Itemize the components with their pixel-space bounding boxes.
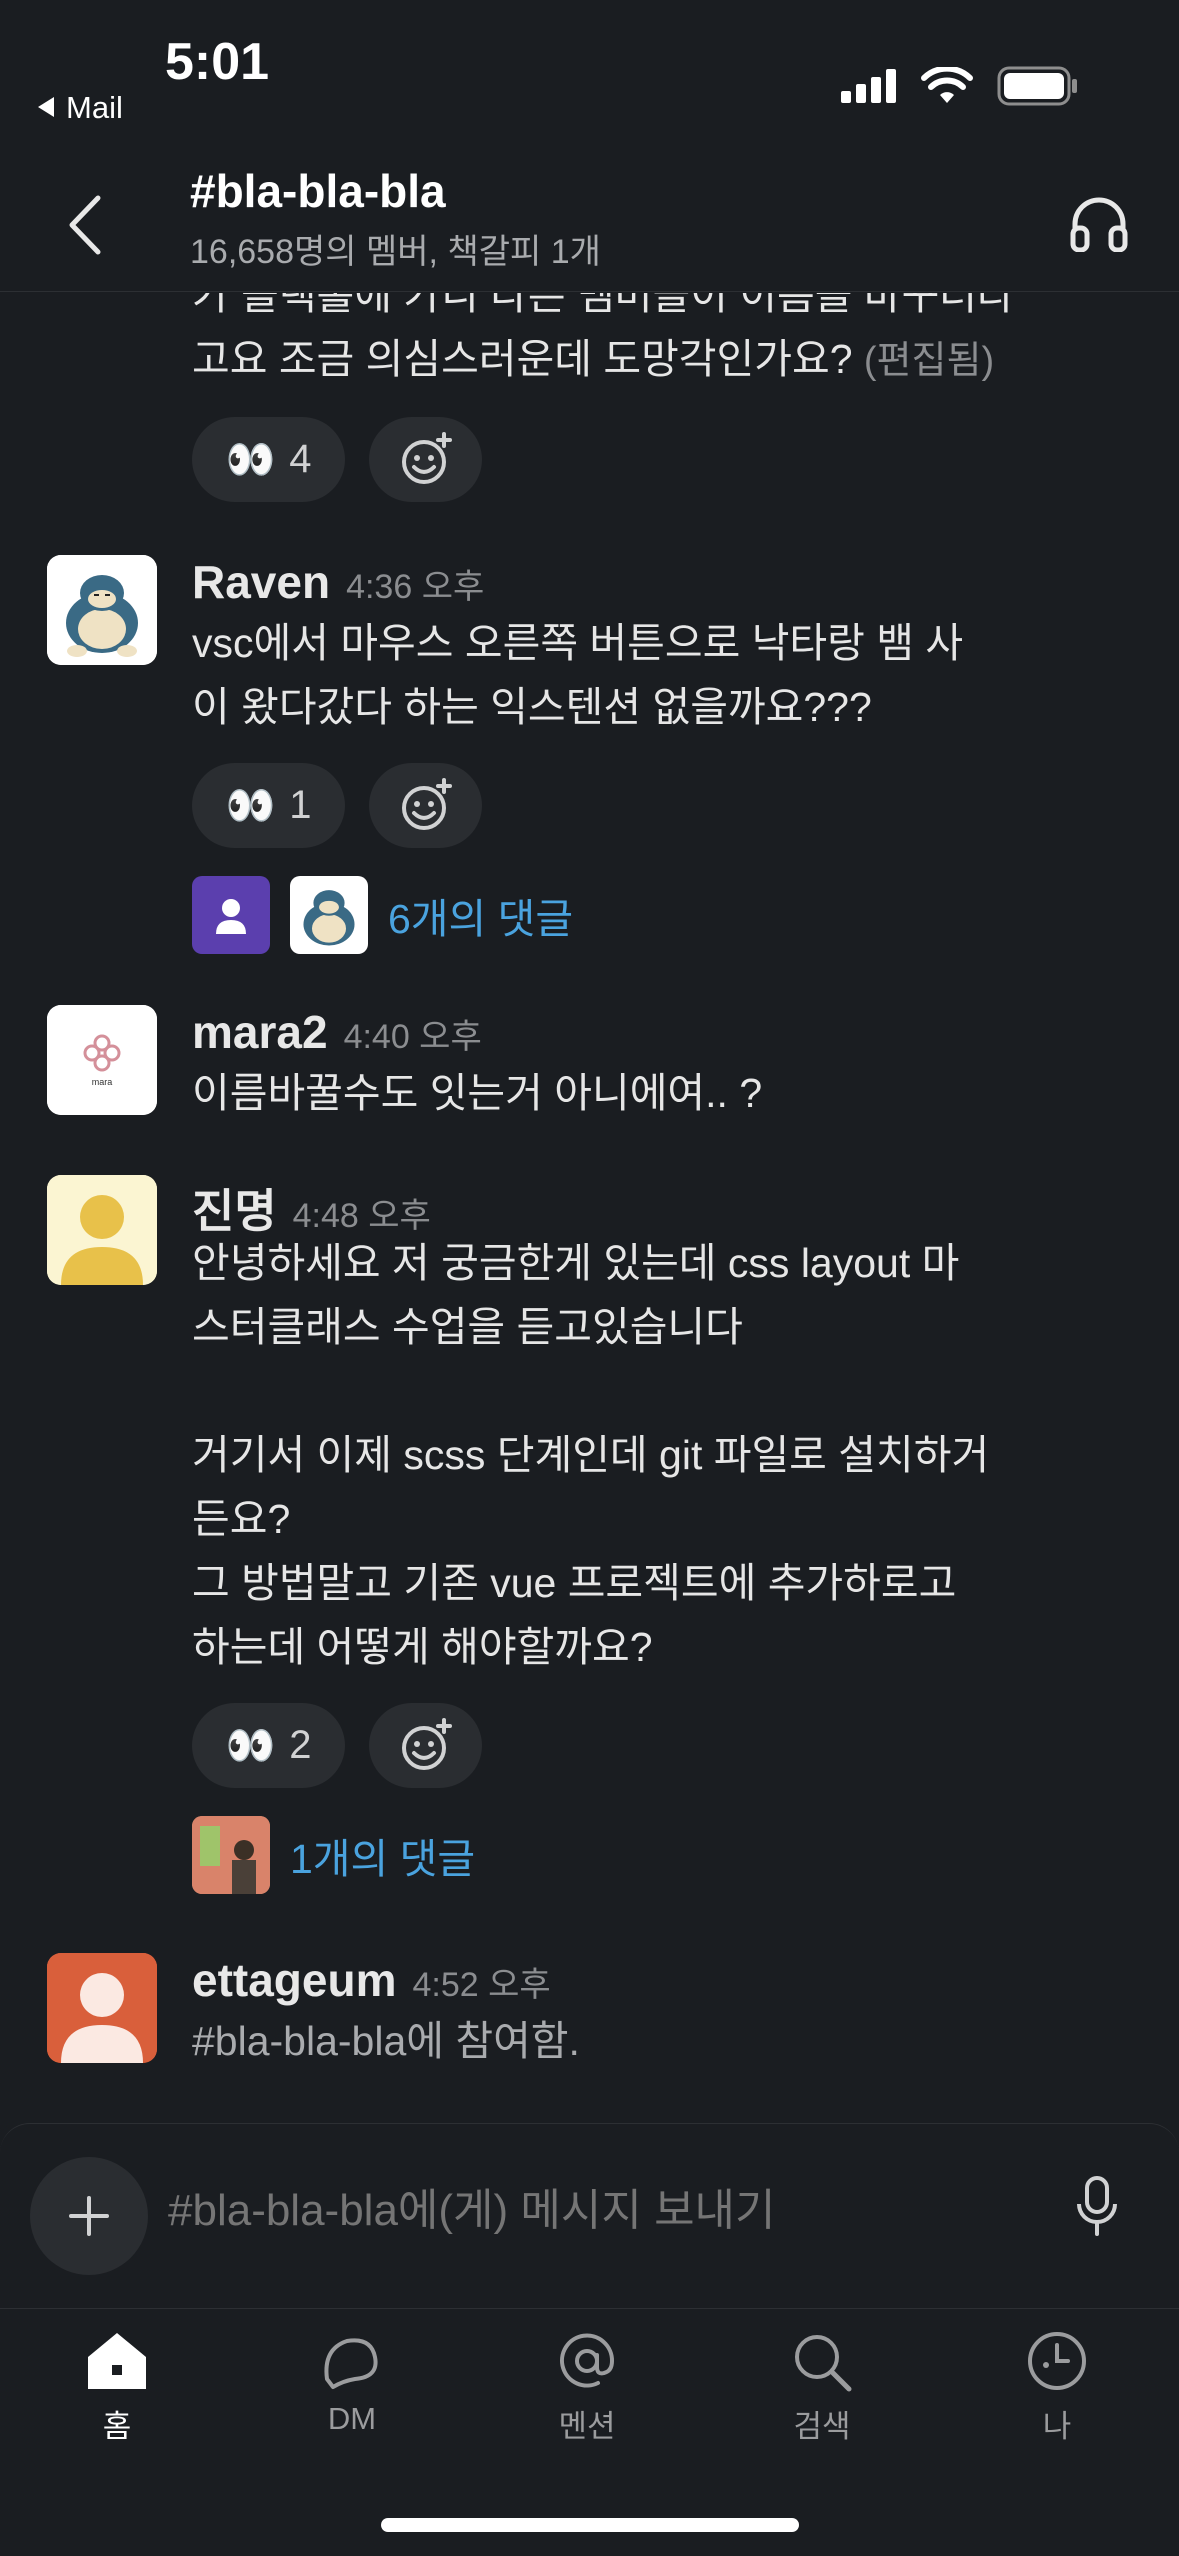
snorlax-avatar-icon <box>303 890 355 946</box>
message-composer <box>0 2123 1179 2308</box>
message-line <box>192 1359 1139 1423</box>
thread-avatar <box>192 1816 270 1894</box>
snorlax-avatar-icon <box>47 555 157 665</box>
timestamp: 4:52 오후 <box>412 1966 551 2004</box>
avatar[interactable] <box>47 1175 157 1285</box>
back-to-mail[interactable]: Mail <box>36 90 123 126</box>
channel-title[interactable]: #bla-bla-bla <box>190 164 446 218</box>
message-line: 거기서 이제 scss 단계인데 git 파일로 설치하거 <box>192 1432 990 1478</box>
voice-button[interactable] <box>1075 2174 1119 2243</box>
timestamp: 4:40 오후 <box>343 1018 482 1056</box>
thread-replies-link[interactable]: 6개의 댓글 <box>388 885 573 945</box>
home-indicator <box>381 2518 799 2532</box>
plus-icon <box>69 2196 109 2236</box>
thread-summary[interactable]: 6개의 댓글 <box>192 876 1139 954</box>
message-line: 그 방법말고 기존 vue 프로젝트에 추가하로고 <box>192 1560 957 1606</box>
thread-summary[interactable]: 1개의 댓글 <box>192 1816 1139 1894</box>
thread-avatar <box>192 876 270 954</box>
timestamp: 4:48 오후 <box>292 1197 431 1235</box>
svg-text:mara: mara <box>92 1077 113 1087</box>
tab-search[interactable]: 검색 <box>747 2329 897 2446</box>
add-reaction-button[interactable] <box>369 1703 482 1788</box>
tab-dm[interactable]: DM <box>277 2329 427 2437</box>
add-reaction-button[interactable] <box>369 417 482 502</box>
huddle-button[interactable] <box>1069 196 1129 257</box>
battery-icon <box>997 66 1079 111</box>
eyes-emoji-icon: 👀 <box>225 784 276 828</box>
author-name[interactable]: Raven <box>192 555 330 609</box>
tab-label: 홈 <box>102 2409 132 2444</box>
reaction-eyes[interactable]: 👀 2 <box>192 1703 345 1788</box>
person-icon <box>216 899 246 934</box>
default-avatar-icon <box>47 1953 157 2063</box>
photo-avatar-icon <box>192 1816 270 1894</box>
reactions: 👀 2 <box>192 1703 1139 1788</box>
reactions: 👀 1 <box>192 763 1139 848</box>
message-line: 스터클래스 수업을 듣고있습니다 <box>192 1304 743 1350</box>
mention-icon <box>560 2333 615 2388</box>
message-line: vsc에서 마우스 오른쪽 버튼으로 낙타랑 뱀 사 <box>192 620 964 666</box>
avatar[interactable] <box>47 1953 157 2063</box>
profile-icon <box>1028 2332 1086 2390</box>
back-app-label: Mail <box>66 90 123 125</box>
default-avatar-icon <box>47 1175 157 1285</box>
add-emoji-icon <box>401 431 452 484</box>
signal-icon <box>841 69 897 108</box>
message-line: 이름바꿀수도 잇는거 아니에여.. ? <box>192 1070 763 1116</box>
reaction-count: 1 <box>289 783 312 827</box>
add-reaction-button[interactable] <box>369 763 482 848</box>
tab-mentions[interactable]: 멘션 <box>512 2329 662 2446</box>
message-line: 안녕하세요 저 궁금한게 있는데 css layout 마 <box>192 1240 960 1286</box>
tab-home[interactable]: 홈 <box>42 2329 192 2446</box>
thread-replies-link[interactable]: 1개의 댓글 <box>290 1825 475 1885</box>
reaction-eyes[interactable]: 👀 1 <box>192 763 345 848</box>
reaction-eyes[interactable]: 👀 4 <box>192 417 345 502</box>
tab-you[interactable]: 나 <box>982 2329 1132 2446</box>
author-name[interactable]: mara2 <box>192 1005 328 1059</box>
reactions: 👀 4 <box>192 417 1139 502</box>
message-line: 이 왔다갔다 하는 익스텐션 없을까요??? <box>192 684 872 730</box>
back-button[interactable] <box>60 190 110 260</box>
system-icons <box>841 65 1079 111</box>
home-icon <box>88 2333 146 2389</box>
reaction-count: 4 <box>289 437 312 481</box>
timestamp: 4:36 오후 <box>346 568 485 606</box>
wifi-icon <box>921 65 973 110</box>
tab-label: 나 <box>1042 2409 1072 2444</box>
edited-label: (편집됨) <box>863 340 995 382</box>
message-line: 고요 조금 의심스러운데 도망각인가요? (편집됨) <box>192 336 995 382</box>
message-feed[interactable]: 가 블랙홀에 가니 다른 멤버들이 이름을 바꾸더라 고요 조금 의심스러운데 … <box>0 293 1179 2123</box>
tab-label: 검색 <box>793 2409 851 2444</box>
status-time: 5:01 <box>165 33 270 91</box>
avatar[interactable] <box>47 555 157 665</box>
message-line: 든요? <box>192 1496 291 1542</box>
tab-label: 멘션 <box>558 2409 616 2444</box>
mara-logo-icon: mara <box>47 1005 157 1115</box>
message-line: 하는데 어떻게 해야할까요? <box>192 1624 653 1670</box>
join-notice: #bla-bla-bla에 참여함. <box>192 2018 580 2064</box>
author-name[interactable]: ettageum <box>192 1953 396 2007</box>
microphone-icon <box>1077 2176 1117 2236</box>
eyes-emoji-icon: 👀 <box>225 438 276 482</box>
back-triangle-icon <box>36 90 56 126</box>
add-emoji-icon <box>401 1717 452 1770</box>
thread-avatar <box>290 876 368 954</box>
message-input[interactable] <box>168 2186 1018 2236</box>
chevron-left-icon <box>69 195 101 255</box>
message-line: 가 블랙홀에 가니 다른 멤버들이 이름을 바꾸더라 <box>192 293 1015 318</box>
channel-header: #bla-bla-bla 16,658명의 멤버, 책갈피 1개 <box>0 150 1179 292</box>
reaction-count: 2 <box>289 1723 312 1767</box>
tab-label: DM <box>327 2401 377 2436</box>
eyes-emoji-icon: 👀 <box>225 1724 276 1768</box>
status-bar: 5:01 Mail <box>0 0 1179 150</box>
dm-icon <box>324 2338 378 2389</box>
attach-button[interactable] <box>30 2157 148 2275</box>
channel-subtitle[interactable]: 16,658명의 멤버, 책갈피 1개 <box>190 224 601 273</box>
search-icon <box>795 2335 852 2392</box>
avatar[interactable]: mara <box>47 1005 157 1115</box>
add-emoji-icon <box>401 777 452 830</box>
headphones-icon <box>1070 197 1128 253</box>
